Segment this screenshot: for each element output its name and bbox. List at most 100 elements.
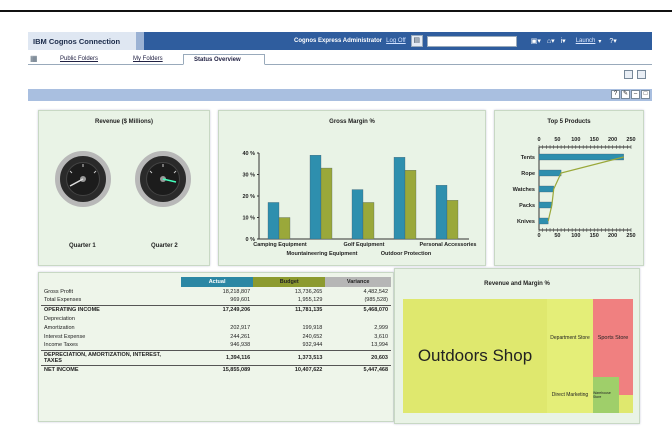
cell-variance: 13,994: [371, 342, 388, 349]
top-products-chart: 0 50 100 150 200 250 0 50 100 150 200 250 Tents Rope W…: [513, 137, 636, 239]
cell-actual: [181, 314, 253, 323]
table-row: Total Expenses 969,601 1,955,129 (985,528): [41, 296, 391, 305]
treemap-small-cell-a[interactable]: [619, 377, 633, 395]
x-tick-label: 50: [554, 233, 560, 239]
treemap-direct-marketing[interactable]: Direct Marketing: [547, 377, 593, 413]
cell-budget: 10,407,622: [253, 364, 326, 374]
launch-chevron-icon[interactable]: ▾: [598, 38, 601, 45]
app-title: IBM Cognos Connection: [28, 32, 136, 50]
portal-frame: IBM Cognos Connection Cognos Express Adm…: [28, 32, 652, 432]
revenue-margin-panel: Revenue and Margin % Outdoors Shop Depar…: [394, 268, 640, 424]
maximize-button[interactable]: □: [641, 90, 650, 99]
cell-actual: 18,218,807: [222, 288, 251, 295]
logoff-link[interactable]: Log Off: [386, 38, 406, 44]
cell-variance: 2,999: [374, 324, 388, 331]
portal-header: IBM Cognos Connection Cognos Express Adm…: [28, 32, 652, 50]
revenue-title: Revenue ($ Millions): [94, 119, 153, 125]
cell-variance: 5,468,070: [325, 304, 391, 314]
header-variance: Variance: [325, 277, 391, 287]
bar-outdoor-protection-s1: [404, 170, 417, 240]
y-tick-label: 40 %: [242, 151, 255, 157]
cell-actual: 1,394,116: [181, 349, 254, 365]
quarter2-label: Quarter 2: [151, 243, 178, 249]
y-tick-label: 20 %: [242, 194, 255, 200]
financials-panel: Actual Budget Variance Gross Profit 18,21…: [38, 272, 394, 422]
bar-knives: [538, 217, 549, 225]
x-tick-label: 100: [571, 137, 580, 143]
bar-outdoor-protection-s0: [393, 157, 406, 240]
cell-budget: 13,736,265: [294, 288, 323, 295]
cell-actual: 15,855,089: [181, 364, 254, 374]
cell-variance: [325, 314, 391, 323]
x-tick-label: Outdoor Protection: [381, 251, 432, 257]
bar-mountaineering-equipment-s0: [309, 154, 322, 240]
x-tick-label: 0: [537, 137, 540, 143]
cell-actual: 946,938: [230, 342, 251, 349]
table-row: Gross Profit 18,218,807 13,736,265 4,482,54…: [41, 287, 391, 296]
layout-icon[interactable]: [637, 70, 646, 79]
treemap-warehouse-store[interactable]: Warehouse Store: [593, 377, 619, 413]
x-tick-label: 150: [590, 233, 599, 239]
x-tick-label: Camping Equipment: [253, 242, 307, 248]
home-portal-icon[interactable]: ▦: [30, 54, 38, 63]
cell-budget: 1,373,513: [253, 349, 326, 365]
y-tick-label: 10 %: [242, 216, 255, 222]
cell-label: Depreciation: [44, 315, 75, 322]
tab-status-overview[interactable]: Status Overview: [183, 54, 265, 65]
tab-my-folders[interactable]: My Folders: [123, 54, 173, 65]
cell-variance: 20,603: [325, 349, 391, 365]
tab-public-folders[interactable]: Public Folders: [50, 54, 108, 65]
treemap-outdoors-shop[interactable]: Outdoors Shop: [403, 299, 547, 413]
edit-button[interactable]: ✎: [621, 90, 630, 99]
x-tick-label: 250: [626, 233, 635, 239]
header-budget: Budget: [253, 277, 326, 287]
bar-packs: [538, 201, 553, 209]
cell-variance: 4,482,542: [363, 288, 388, 295]
x-tick-label: 200: [608, 233, 617, 239]
cell-budget: 932,944: [302, 342, 323, 349]
x-tick-label: 250: [626, 137, 635, 143]
header-actual: Actual: [181, 277, 254, 287]
gross-margin-panel: Gross Margin % 0 % 10 % 20 % 30 % 40 % Campin…: [218, 110, 486, 266]
bar-rope: [538, 169, 562, 177]
header-spacer: [136, 32, 144, 50]
bar-personal-accessories-s0: [435, 185, 448, 240]
portlet-bar: ? ✎ – □: [28, 89, 652, 101]
y-tick-label: Rope: [521, 171, 535, 177]
table-row: OPERATING INCOME 17,249,206 11,781,135 5,46…: [41, 304, 391, 314]
top-products-title: Top 5 Products: [547, 119, 591, 125]
treemap-sports-store[interactable]: Sports Store: [593, 299, 633, 377]
edit-page-icon[interactable]: [624, 70, 633, 79]
info-menu-icon[interactable]: i▾: [561, 37, 566, 45]
bar-golf-equipment-s0: [351, 189, 364, 240]
table-row: DEPRECIATION, AMORTIZATION, INTEREST, TA…: [41, 349, 391, 365]
treemap-small-cell-b[interactable]: [619, 395, 633, 413]
financials-table: Actual Budget Variance Gross Profit 18,21…: [41, 277, 391, 374]
launch-menu[interactable]: Launch: [576, 38, 596, 44]
gross-margin-title: Gross Margin %: [329, 119, 375, 125]
y-tick-label: Tents: [521, 155, 535, 161]
table-row: Income Taxes 946,938 932,944 13,994: [41, 341, 391, 350]
help-icon[interactable]: ?▾: [609, 37, 616, 45]
search-input[interactable]: [426, 35, 517, 47]
home-menu-icon[interactable]: ⌂▾: [547, 37, 555, 45]
cell-actual: 244,261: [230, 333, 251, 340]
table-row: NET INCOME 15,855,089 10,407,622 5,447,468: [41, 364, 391, 374]
x-tick-label: 0: [537, 233, 540, 239]
treemap-department-store[interactable]: Department Store: [547, 299, 593, 377]
x-tick-label: Mountaineering Equipment: [287, 251, 358, 257]
y-tick-label: Knives: [517, 219, 535, 225]
cell-label: Amortization: [44, 324, 75, 331]
x-tick-label: 150: [590, 137, 599, 143]
bar-tents: [538, 153, 624, 161]
cell-budget: 1,955,129: [297, 297, 323, 304]
gauge2-needle: [149, 164, 177, 183]
y-tick-label: Watches: [513, 187, 535, 193]
x-tick-label: 50: [554, 137, 560, 143]
page-tools: [624, 70, 646, 79]
quarter1-gauge: [55, 151, 111, 207]
view-menu-icon[interactable]: ▣▾: [531, 37, 541, 45]
search-menu-icon[interactable]: ▤: [410, 35, 423, 47]
minimize-button[interactable]: –: [631, 90, 640, 99]
help-button[interactable]: ?: [611, 90, 620, 99]
